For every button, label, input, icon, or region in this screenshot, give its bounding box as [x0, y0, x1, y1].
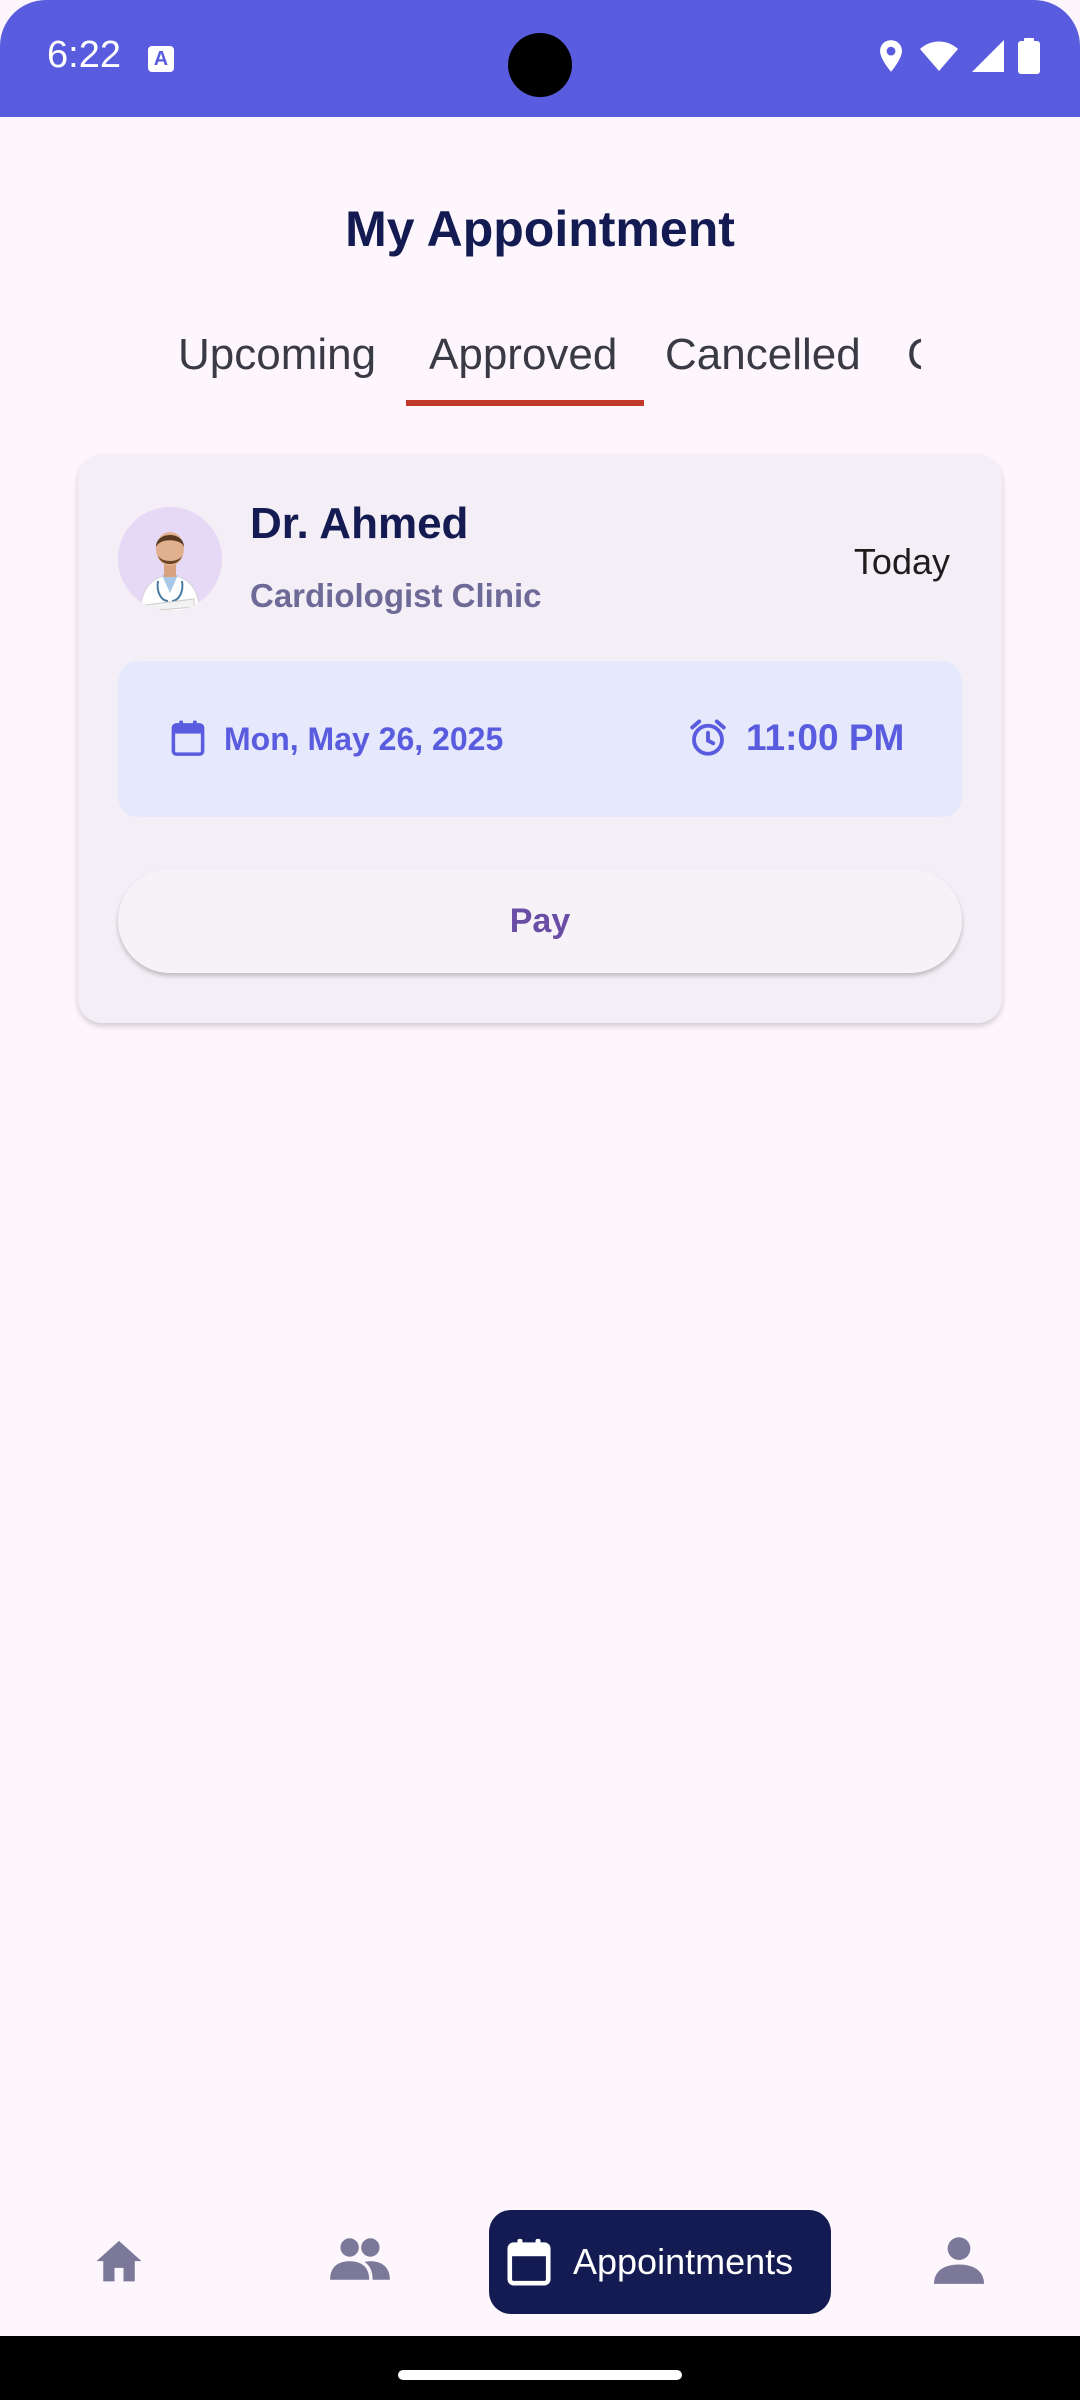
notification-icon-letter: A [153, 48, 169, 70]
doctor-avatar [118, 507, 222, 611]
gesture-handle[interactable] [398, 2370, 682, 2380]
wifi-icon [920, 41, 958, 71]
appointment-date: Mon, May 26, 2025 [224, 721, 504, 757]
calendar-icon [507, 2238, 551, 2286]
tab-partial[interactable]: C [907, 330, 921, 380]
bottom-nav: Appointments [0, 2180, 1080, 2336]
appointment-day: Today [853, 541, 950, 582]
nav-profile[interactable] [934, 2236, 984, 2289]
pay-button[interactable]: Pay [118, 869, 962, 973]
datetime-box: Mon, May 26, 2025 11:00 PM [118, 661, 962, 817]
screen: 6:22 A My Appointment Upcoming Approved … [0, 0, 1080, 2400]
tab-cancelled[interactable]: Cancelled [665, 330, 861, 380]
page-title: My Appointment [345, 201, 735, 257]
signal-icon [972, 40, 1004, 72]
nav-people[interactable] [330, 2236, 390, 2287]
status-bar: 6:22 A [0, 0, 1080, 117]
battery-icon [1018, 38, 1040, 74]
doctor-avatar-image [118, 507, 222, 611]
person-icon [934, 2237, 984, 2284]
tab-upcoming[interactable]: Upcoming [178, 330, 376, 380]
clinic-name: Cardiologist Clinic [250, 577, 542, 614]
doctor-name: Dr. Ahmed [250, 499, 469, 548]
location-icon [880, 40, 902, 72]
people-icon [330, 2238, 390, 2280]
keyboard-notification-icon: A [148, 46, 174, 72]
home-icon [96, 2240, 142, 2282]
alarm-icon [690, 719, 726, 756]
status-time: 6:22 [47, 34, 121, 76]
appointment-card[interactable]: Dr. Ahmed Cardiologist Clinic Today Mon,… [78, 455, 1002, 1023]
appointment-time: 11:00 PM [746, 717, 905, 758]
gesture-area [0, 2336, 1080, 2400]
appointment-tabs: Upcoming Approved Cancelled C [0, 322, 1080, 412]
status-icons [876, 38, 1040, 74]
camera-cutout [508, 33, 572, 97]
calendar-icon [171, 720, 205, 756]
nav-appointments-label: Appointments [573, 2241, 794, 2282]
nav-appointments[interactable]: Appointments [489, 2210, 831, 2314]
tab-indicator [406, 400, 644, 406]
tab-approved[interactable]: Approved [429, 330, 617, 380]
nav-home[interactable] [92, 2236, 146, 2289]
